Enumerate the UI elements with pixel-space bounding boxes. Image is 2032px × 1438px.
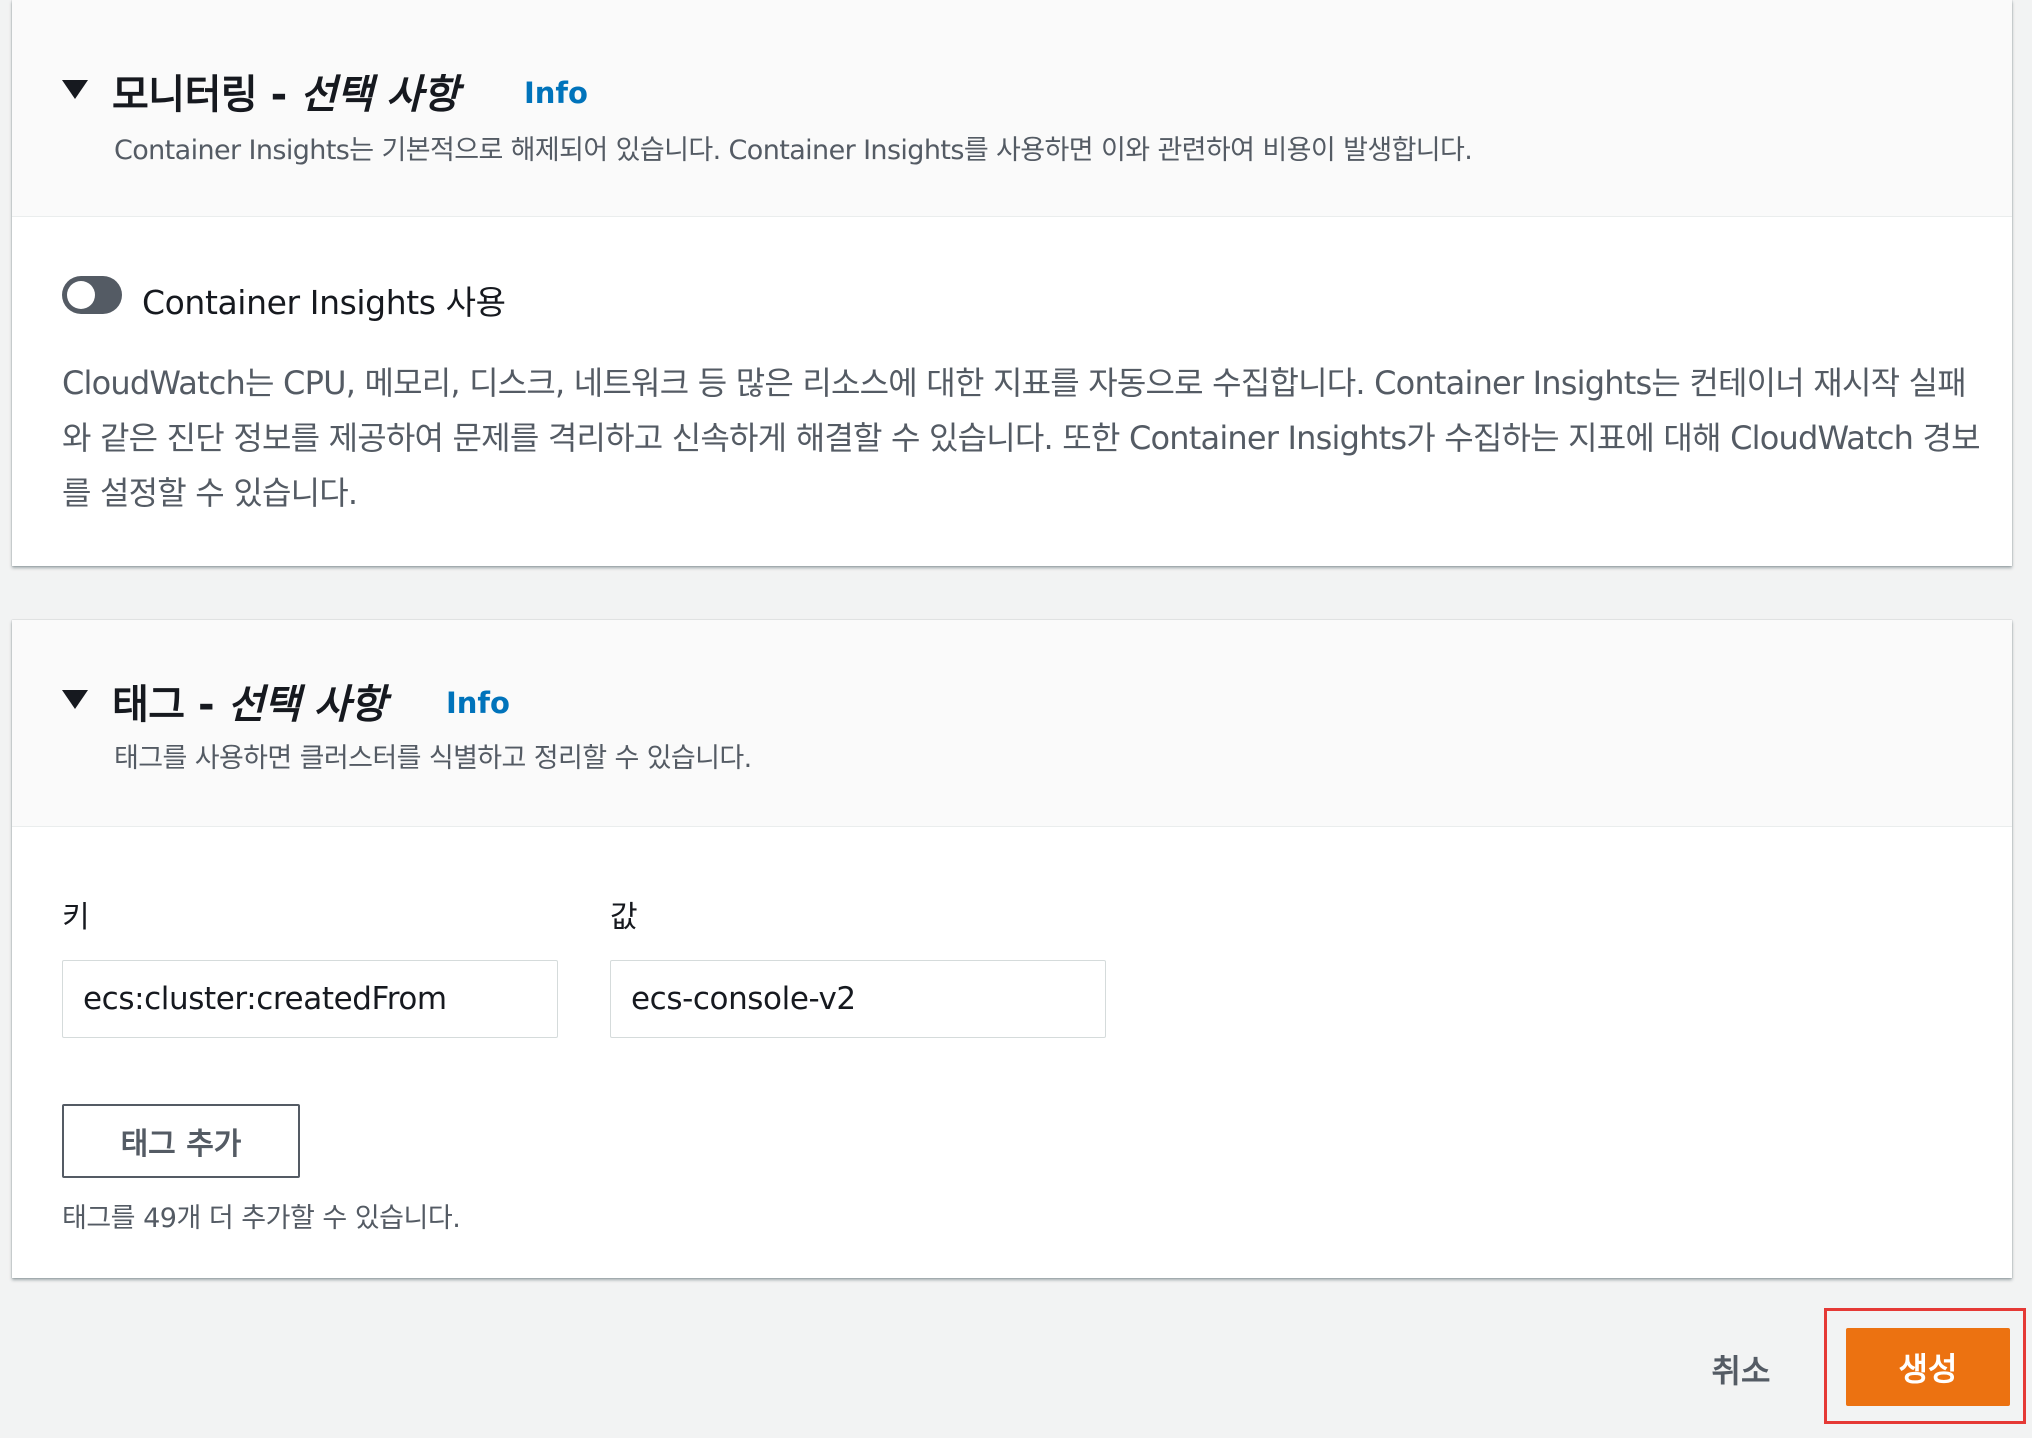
toggle-knob — [67, 281, 95, 309]
tag-value-label: 값 — [610, 900, 638, 935]
monitoring-title-optional: 선택 사항 — [300, 72, 459, 118]
tags-description: 태그를 사용하면 클러스터를 식별하고 정리할 수 있습니다. — [114, 743, 752, 774]
container-insights-toggle-label[interactable]: Container Insights 사용 — [142, 276, 506, 324]
caret-down-icon[interactable] — [62, 690, 88, 709]
tags-remaining-hint: 태그를 49개 더 추가할 수 있습니다. — [62, 1203, 461, 1234]
caret-down-icon[interactable] — [62, 80, 88, 99]
container-insights-toggle[interactable] — [62, 276, 122, 314]
monitoring-description: Container Insights는 기본적으로 해제되어 있습니다. Con… — [114, 135, 1473, 166]
tag-key-label: 키 — [62, 900, 90, 935]
create-button[interactable]: 생성 — [1846, 1328, 2010, 1406]
monitoring-title: 모니터링 - 선택 사항 — [112, 62, 459, 120]
tags-title: 태그 - 선택 사항 — [112, 672, 387, 730]
cancel-button[interactable]: 취소 — [1686, 1346, 1796, 1390]
tags-section: 태그 - 선택 사항 Info 태그를 사용하면 클러스터를 식별하고 정리할 … — [12, 620, 2012, 1278]
add-tag-button[interactable]: 태그 추가 — [62, 1104, 300, 1178]
tag-key-input[interactable] — [62, 960, 558, 1038]
monitoring-info-link[interactable]: Info — [524, 76, 588, 110]
tags-info-link[interactable]: Info — [446, 686, 510, 720]
tags-title-main: 태그 - — [112, 682, 228, 728]
monitoring-section: 모니터링 - 선택 사항 Info Container Insights는 기본… — [12, 0, 2012, 566]
monitoring-section-header[interactable]: 모니터링 - 선택 사항 Info Container Insights는 기본… — [12, 0, 2012, 217]
monitoring-title-main: 모니터링 - — [112, 72, 301, 118]
tag-value-input[interactable] — [610, 960, 1106, 1038]
tags-section-header[interactable]: 태그 - 선택 사항 Info 태그를 사용하면 클러스터를 식별하고 정리할 … — [12, 620, 2012, 827]
tags-title-optional: 선택 사항 — [227, 682, 387, 728]
container-insights-explanation: CloudWatch는 CPU, 메모리, 디스크, 네트워크 등 많은 리소스… — [62, 364, 1981, 512]
